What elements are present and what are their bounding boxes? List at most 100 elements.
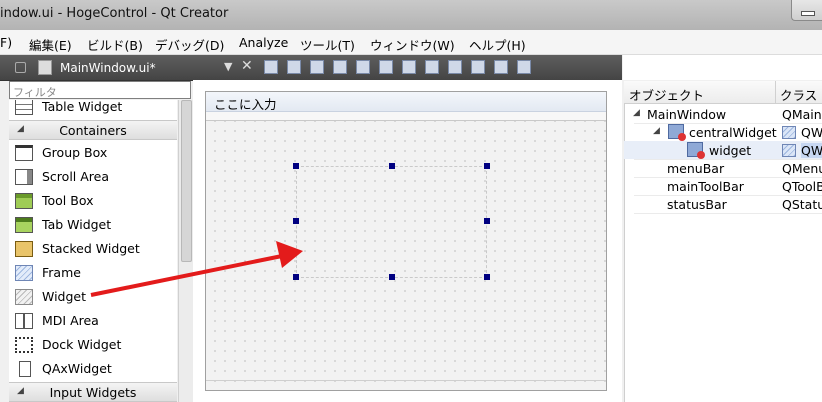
widget-icon [15,289,33,305]
widget-box: Table Widget ◢ Containers Group Box Scro… [9,100,177,402]
widget-item-dock-widget[interactable]: Dock Widget [9,333,177,357]
menu-bar: F) 編集(E) ビルド(B) デバッグ(D) Analyze ツール(T) ウ… [0,30,822,55]
class-widget-icon [782,126,796,139]
tree-row-maintoolbar[interactable]: mainToolBar QToolBar [624,177,822,195]
dock-widget-icon [15,337,33,353]
column-object[interactable]: オブジェクト [629,85,704,104]
widget-item-label: Table Widget [42,100,123,114]
widget-item-label: Tool Box [42,193,94,208]
ui-file-icon [38,60,52,75]
widget-item-qaxwidget[interactable]: QAxWidget [9,357,177,381]
title-bar: indow.ui - HogeControl - Qt Creator [0,0,822,30]
open-file-name[interactable]: MainWindow.ui* [60,61,156,75]
menu-analyze[interactable]: Analyze [239,35,288,50]
minimize-button[interactable] [791,0,822,21]
window-title: indow.ui - HogeControl - Qt Creator [0,6,229,21]
tree-row-widget[interactable]: widget QWidget [624,141,822,159]
widget-item-stacked-widget[interactable]: Stacked Widget [9,237,177,261]
menu-help[interactable]: ヘルプ(H) [469,35,526,54]
expand-triangle-icon[interactable]: ◢ [653,126,660,136]
widget-item-label: Scroll Area [42,169,110,184]
widget-object-icon [668,124,686,141]
resize-handle[interactable] [484,218,490,224]
layout-vertical-icon[interactable] [379,60,393,74]
frame-icon [15,265,33,281]
resize-handle[interactable] [484,163,490,169]
file-dropdown-icon[interactable]: ▼ [224,60,232,73]
edit-buddies-icon[interactable] [310,60,324,74]
category-input-widgets[interactable]: ◢ Input Widgets [9,382,177,402]
edit-signals-icon[interactable] [287,60,301,74]
widget-item-label: Frame [42,265,81,280]
widget-item-table-widget[interactable]: Table Widget [9,100,177,119]
selected-widget[interactable] [296,166,487,278]
scrollbar-thumb[interactable] [181,100,192,262]
lock-icon[interactable] [15,62,26,73]
editor-toolbar: MainWindow.ui* ▼ ✕ [0,55,622,81]
category-containers[interactable]: ◢ Containers [9,120,177,140]
edit-tab-order-icon[interactable] [333,60,347,74]
minimize-icon [801,11,815,16]
widget-item-label: MDI Area [42,313,99,328]
tree-row-statusbar[interactable]: statusBar QStatusBar [624,195,822,213]
menu-file[interactable]: F) [0,35,12,50]
close-document-icon[interactable]: ✕ [241,58,253,74]
widget-item-frame[interactable]: Frame [9,261,177,285]
tab-widget-icon [15,217,33,233]
class-name: QMenuBar [782,161,822,176]
class-name: QMainWindow [782,107,822,122]
tree-row-mainwindow[interactable]: ◢ MainWindow QMainWindow [624,105,822,123]
object-name: statusBar [667,197,727,212]
group-box-icon [15,145,33,161]
widget-item-scroll-area[interactable]: Scroll Area [9,165,177,189]
layout-v-splitter-icon[interactable] [425,60,439,74]
resize-handle[interactable] [293,163,299,169]
tree-row-menubar[interactable]: menuBar QMenuBar [624,159,822,177]
object-name: widget [709,143,752,158]
menu-debug[interactable]: デバッグ(D) [155,35,224,54]
tool-box-icon [15,193,33,209]
mdi-area-icon [15,313,33,329]
object-name: centralWidget [689,125,777,140]
layout-h-splitter-icon[interactable] [402,60,416,74]
widget-item-group-box[interactable]: Group Box [9,141,177,165]
menu-build[interactable]: ビルド(B) [87,35,143,54]
class-widget-icon [782,144,796,157]
widget-object-icon [687,142,705,159]
layout-horizontal-icon[interactable] [356,60,370,74]
break-layout-icon[interactable] [494,60,508,74]
layout-form-icon[interactable] [448,60,462,74]
expand-triangle-icon[interactable]: ◢ [633,108,640,118]
stacked-widget-icon [15,241,33,257]
widget-item-widget[interactable]: Widget [9,285,177,309]
class-name: QToolBar [782,179,822,194]
adjust-size-icon[interactable] [517,60,531,74]
widget-item-label: QAxWidget [42,361,112,376]
resize-handle[interactable] [484,274,490,280]
resize-handle[interactable] [389,274,395,280]
resize-handle[interactable] [389,163,395,169]
widget-item-label: Stacked Widget [42,241,140,256]
widget-filter-input[interactable]: フィルタ [9,81,191,99]
menu-edit[interactable]: 編集(E) [29,35,72,54]
resize-handle[interactable] [293,218,299,224]
object-inspector-header: オブジェクト クラス [624,81,822,104]
class-name: QWidget [801,125,822,140]
layout-grid-icon[interactable] [471,60,485,74]
object-name: MainWindow [647,107,727,122]
category-label: Containers [59,123,127,138]
widget-item-tool-box[interactable]: Tool Box [9,189,177,213]
form-menu-bar[interactable]: ここに入力 [206,92,606,112]
edit-widgets-icon[interactable] [264,60,278,74]
tree-row-centralwidget[interactable]: ◢ centralWidget QWidget [624,123,822,141]
column-class[interactable]: クラス [780,85,817,104]
form-status-bar [206,380,606,391]
widget-item-tab-widget[interactable]: Tab Widget [9,213,177,237]
type-here-placeholder[interactable]: ここに入力 [214,94,277,113]
widget-item-label: Dock Widget [42,337,122,352]
menu-tools[interactable]: ツール(T) [300,35,355,54]
menu-window[interactable]: ウィンドウ(W) [370,35,455,54]
resize-handle[interactable] [293,274,299,280]
widget-box-scrollbar[interactable] [178,100,193,402]
widget-item-mdi-area[interactable]: MDI Area [9,309,177,333]
